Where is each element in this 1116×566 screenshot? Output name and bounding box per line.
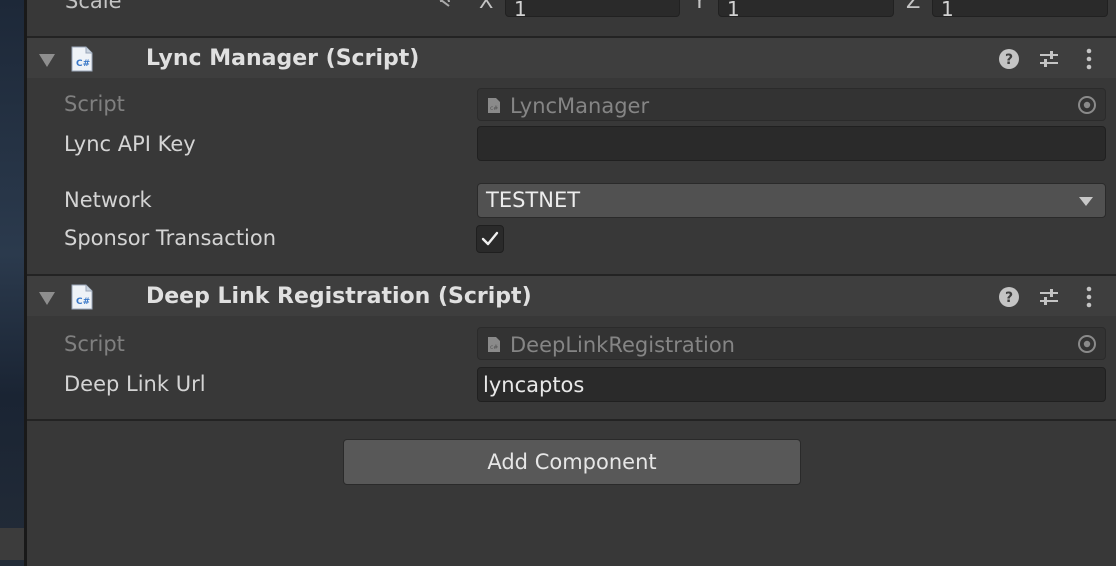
transform-scale-row: Scale X 1 Y 1 Z 1: [27, 0, 1116, 36]
kebab-menu-icon[interactable]: [1077, 47, 1101, 71]
network-dropdown[interactable]: TESTNET: [477, 183, 1106, 218]
help-icon[interactable]: ?: [997, 285, 1021, 309]
kebab-menu-icon[interactable]: [1077, 285, 1101, 309]
deep-link-url-label: Deep Link Url: [64, 372, 206, 396]
script-label: Script: [64, 332, 125, 356]
scale-x-value: 1: [514, 0, 527, 21]
object-picker-icon[interactable]: [1077, 334, 1097, 354]
scale-y-value: 1: [727, 0, 740, 21]
dropdown-arrow-icon: [1079, 197, 1093, 206]
script-value: LyncManager: [510, 94, 650, 118]
svg-text:?: ?: [1005, 52, 1013, 68]
network-value: TESTNET: [486, 188, 581, 212]
object-picker-icon[interactable]: [1077, 95, 1097, 115]
scale-z-value: 1: [941, 0, 954, 21]
inspector-panel: Scale X 1 Y 1 Z 1 C# Lync Manager (Scrip…: [27, 0, 1116, 566]
constrain-proportions-icon[interactable]: [430, 0, 452, 8]
network-label: Network: [64, 188, 152, 212]
csharp-script-icon: C#: [71, 284, 93, 310]
sponsor-transaction-label: Sponsor Transaction: [64, 226, 277, 250]
scale-z-field[interactable]: 1: [932, 0, 1108, 21]
api-key-field[interactable]: [477, 126, 1106, 161]
script-value: DeepLinkRegistration: [510, 333, 735, 357]
csharp-script-icon: C#: [71, 46, 93, 72]
scale-x-label: X: [479, 0, 494, 13]
help-icon[interactable]: ?: [997, 47, 1021, 71]
component-title: Lync Manager (Script): [146, 46, 420, 71]
svg-text:c#: c#: [490, 344, 498, 351]
component-separator: [27, 419, 1116, 421]
sponsor-transaction-checkbox[interactable]: [476, 225, 504, 253]
script-object-field[interactable]: c# DeepLinkRegistration: [477, 327, 1106, 360]
script-file-icon: c#: [488, 337, 500, 352]
script-label: Script: [64, 92, 125, 116]
api-key-label: Lync API Key: [64, 132, 196, 156]
deep-link-registration-header[interactable]: C# Deep Link Registration (Script) ?: [27, 276, 1116, 316]
scene-view-bottom-bar: [0, 528, 24, 560]
svg-text:C#: C#: [76, 59, 90, 69]
scale-y-label: Y: [693, 0, 706, 13]
deep-link-url-field[interactable]: lyncaptos: [477, 367, 1106, 402]
foldout-triangle-icon[interactable]: [39, 292, 55, 305]
checkmark-icon: [481, 231, 499, 246]
lync-manager-header[interactable]: C# Lync Manager (Script) ?: [27, 38, 1116, 78]
svg-text:c#: c#: [490, 105, 498, 112]
svg-text:?: ?: [1005, 290, 1013, 306]
component-title: Deep Link Registration (Script): [146, 284, 532, 309]
presets-sliders-icon[interactable]: [1037, 47, 1061, 71]
scene-view-edge: [0, 0, 24, 566]
svg-text:C#: C#: [76, 297, 90, 307]
scale-label: Scale: [65, 0, 122, 13]
add-component-button[interactable]: Add Component: [343, 439, 801, 485]
scale-x-field[interactable]: 1: [505, 0, 680, 21]
presets-sliders-icon[interactable]: [1037, 285, 1061, 309]
script-file-icon: c#: [488, 98, 500, 113]
deep-link-url-value: lyncaptos: [483, 373, 585, 397]
scale-y-field[interactable]: 1: [718, 0, 894, 21]
foldout-triangle-icon[interactable]: [39, 54, 55, 67]
scale-z-label: Z: [906, 0, 921, 13]
script-object-field[interactable]: c# LyncManager: [477, 88, 1106, 121]
